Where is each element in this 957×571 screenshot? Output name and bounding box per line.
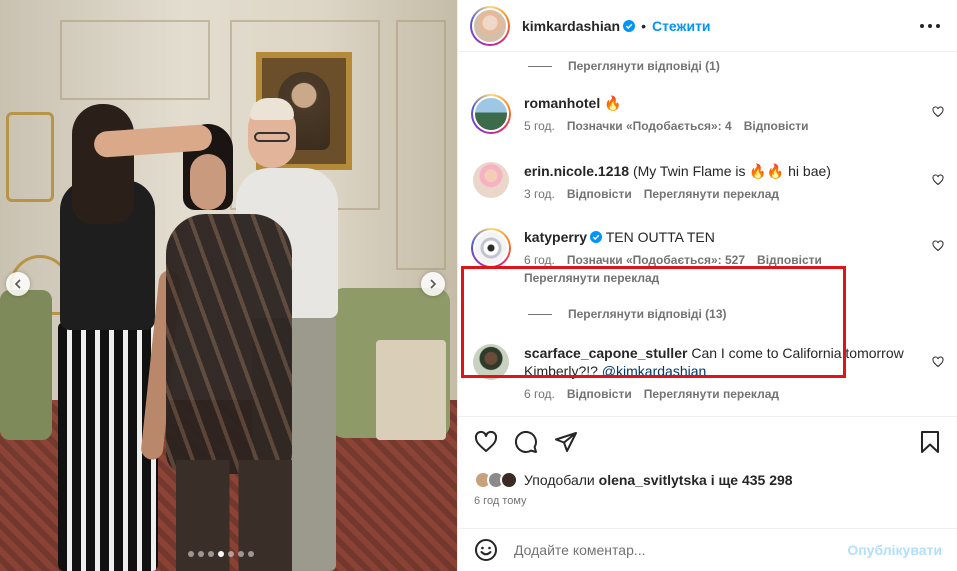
post-photo[interactable] [0, 0, 457, 571]
reply-button[interactable]: Відповісти [567, 386, 632, 402]
commenter-username[interactable]: scarface_capone_stuller [524, 345, 687, 361]
share-icon[interactable] [554, 430, 578, 454]
author-username[interactable]: kimkardashian [522, 18, 620, 34]
commenter-username[interactable]: romanhotel [524, 95, 600, 111]
model-bodysuit [166, 214, 292, 474]
carousel-prev-button[interactable] [6, 272, 30, 296]
like-comment-icon[interactable] [932, 174, 944, 186]
verified-badge-icon [590, 231, 603, 243]
liked-by-prefix: Уподобали [524, 472, 595, 488]
commenter-username[interactable]: katyperry [524, 229, 587, 245]
carousel-dot [188, 551, 194, 557]
carousel-dot [228, 551, 234, 557]
view-replies-button[interactable]: Переглянути відповіді (13) [528, 307, 727, 321]
translate-button[interactable]: Переглянути переклад [524, 270, 659, 286]
comment-item: katyperry TEN OUTTA TEN 6 год. Позначки … [470, 228, 946, 286]
replies-line [528, 65, 552, 67]
comment-text: (My Twin Flame is 🔥🔥 hi bae) [632, 163, 831, 179]
more-options-icon[interactable] [918, 18, 942, 34]
man-glasses [254, 132, 290, 142]
comment-time[interactable]: 6 год. [524, 386, 555, 402]
like-comment-icon[interactable] [932, 106, 944, 118]
carousel-dot [208, 551, 214, 557]
header-separator: • [641, 17, 646, 34]
post-sidebar: kimkardashian • Стежити Переглянути відп… [457, 0, 957, 571]
replies-line [528, 313, 552, 315]
comment-likes[interactable]: Позначки «Подобається»: 4 [567, 118, 732, 134]
comment-time[interactable]: 6 год. [524, 252, 555, 268]
view-replies-button[interactable]: Переглянути відповіді (1) [528, 59, 720, 73]
verified-badge-icon [623, 19, 636, 32]
carousel-dot [218, 551, 224, 557]
comment-input[interactable] [514, 542, 848, 558]
comment-mention[interactable]: @kimkardashian [602, 363, 706, 379]
reply-button[interactable]: Відповісти [744, 118, 809, 134]
likes-summary[interactable]: Уподобали olena_svitlytska і ще 435 298 [474, 471, 942, 489]
comment-time[interactable]: 3 год. [524, 186, 555, 202]
side-table [376, 340, 446, 440]
liked-by-user[interactable]: olena_svitlytska [599, 472, 707, 488]
carousel-dots [188, 551, 254, 557]
liker-avatars [474, 471, 518, 489]
post-comment-button[interactable]: Опублікувати [847, 542, 942, 558]
liked-by-suffix[interactable]: і ще 435 298 [711, 472, 793, 488]
like-comment-icon[interactable] [932, 356, 944, 368]
commenter-avatar[interactable] [473, 344, 509, 380]
comment-item: erin.nicole.1218 (My Twin Flame is 🔥🔥 hi… [470, 162, 946, 202]
comment-text: TEN OUTTA TEN [605, 229, 715, 245]
comment-icon[interactable] [514, 430, 538, 454]
comment-text: 🔥 [604, 95, 622, 111]
liker-avatar [500, 471, 518, 489]
comment-item: romanhotel 🔥 5 год. Позначки «Подобаєтьс… [470, 94, 946, 134]
post-actions: Уподобали olena_svitlytska і ще 435 298 … [458, 416, 957, 528]
carousel-next-button[interactable] [421, 272, 445, 296]
comments-list: Переглянути відповіді (1) romanhotel 🔥 5… [458, 52, 957, 416]
post-time[interactable]: 6 год тому [474, 495, 942, 507]
author-avatar[interactable] [470, 5, 510, 46]
comment-time[interactable]: 5 год. [524, 118, 555, 134]
man-hair [250, 98, 294, 120]
comment-likes[interactable]: Позначки «Подобається»: 527 [567, 252, 745, 268]
wall-sconce [6, 112, 54, 202]
carousel-dot [238, 551, 244, 557]
commenter-avatar[interactable] [471, 94, 511, 134]
commenter-username[interactable]: erin.nicole.1218 [524, 163, 629, 179]
follow-button[interactable]: Стежити [652, 18, 711, 34]
woman-hair [72, 104, 134, 224]
save-icon[interactable] [918, 430, 942, 454]
view-replies-label: Переглянути відповіді (1) [568, 59, 720, 73]
commenter-avatar[interactable] [473, 162, 509, 198]
wall-panel [396, 20, 446, 270]
comment-item: scarface_capone_stuller Can I come to Ca… [470, 344, 946, 402]
like-comment-icon[interactable] [932, 240, 944, 252]
model-face [190, 154, 226, 210]
carousel-dot [248, 551, 254, 557]
translate-button[interactable]: Переглянути переклад [644, 386, 779, 402]
commenter-avatar[interactable] [471, 228, 511, 268]
view-replies-label: Переглянути відповіді (13) [568, 307, 727, 321]
chevron-left-icon [14, 279, 21, 289]
like-icon[interactable] [474, 430, 498, 454]
carousel-dot [198, 551, 204, 557]
chevron-right-icon [430, 279, 437, 289]
translate-button[interactable]: Переглянути переклад [644, 186, 779, 202]
armchair-left [0, 290, 52, 440]
reply-button[interactable]: Відповісти [757, 252, 822, 268]
emoji-icon[interactable] [474, 538, 498, 562]
reply-button[interactable]: Відповісти [567, 186, 632, 202]
wall-panel [60, 20, 210, 100]
post-header: kimkardashian • Стежити [458, 0, 957, 52]
comment-composer: Опублікувати [458, 528, 957, 571]
